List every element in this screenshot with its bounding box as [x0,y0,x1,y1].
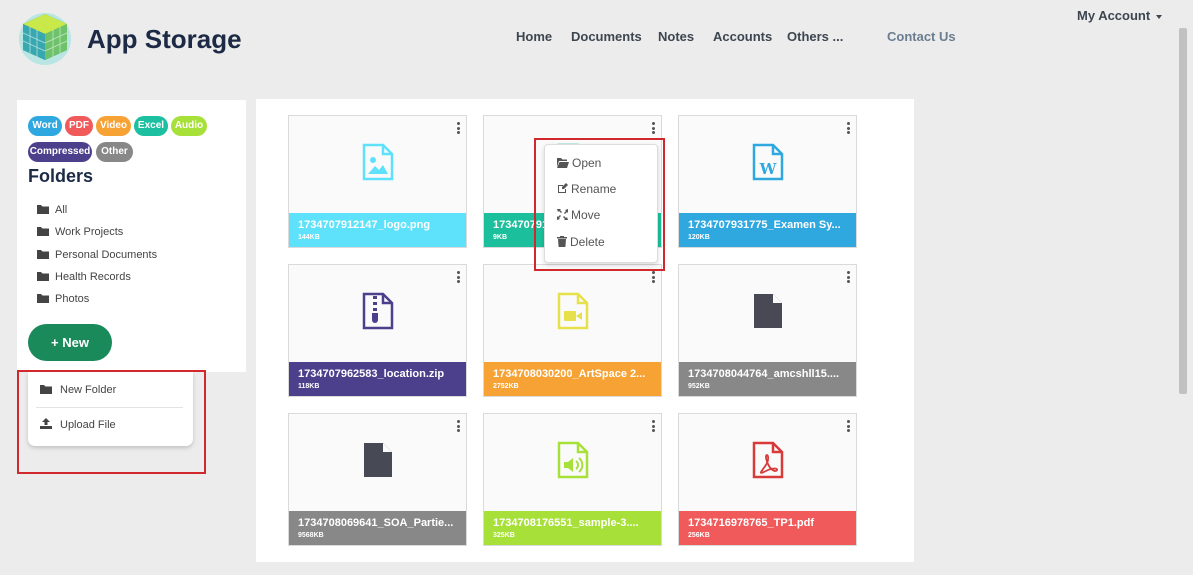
file-footer: 1734708176551_sample-3.... 325KB [484,511,661,545]
context-menu-highlight [534,138,665,271]
nav-contact-us[interactable]: Contact Us [887,29,956,44]
brand-title[interactable]: App Storage [87,24,242,55]
more-options-icon[interactable] [845,122,851,135]
zip-file-icon [362,292,394,330]
file-size: 9568KB [298,532,324,539]
nav-home[interactable]: Home [516,29,552,44]
file-name: 1734708030200_ArtSpace 2... [493,368,646,380]
more-options-icon[interactable] [845,420,851,433]
file-size: 118KB [298,383,320,390]
folder-item-health-records[interactable]: Health Records [37,271,131,283]
caret-down-icon [1156,14,1163,19]
new-menu-highlight [17,370,206,474]
folder-icon [37,250,49,259]
file-card[interactable]: 1734708044764_amcshll15.... 952KB [678,264,857,397]
file-card[interactable]: 1734707962583_location.zip 118KB [288,264,467,397]
app-logo [19,13,71,65]
more-options-icon[interactable] [455,271,461,284]
file-footer: 1734707912147_logo.png 144KB [289,213,466,247]
more-options-icon[interactable] [650,420,656,433]
folder-icon [37,227,49,236]
file-size: 952KB [688,383,710,390]
file-name: 1734707931775_Examen Sy... [688,219,841,231]
folder-label: All [55,204,68,216]
folder-label: Photos [55,293,90,305]
audio-file-icon [557,441,589,479]
tag-audio[interactable]: Audio [171,116,207,136]
pdf-file-icon [752,441,784,479]
tag-word[interactable]: Word [28,116,62,136]
svg-text:W: W [759,160,778,178]
folder-item-photos[interactable]: Photos [37,293,89,305]
nav-accounts[interactable]: Accounts [713,29,772,44]
page-scrollbar[interactable] [1177,28,1189,575]
more-options-icon[interactable] [650,271,656,284]
tag-pdf[interactable]: PDF [65,116,93,136]
folder-label: Health Records [55,271,131,283]
folder-label: Work Projects [55,226,124,238]
tag-compressed[interactable]: Compressed [28,142,92,162]
nav-notes[interactable]: Notes [658,29,694,44]
account-menu[interactable]: My Account [1077,8,1163,23]
folder-icon [37,205,49,214]
nav-others[interactable]: Others ... [787,29,843,44]
file-size: 144KB [298,234,320,241]
file-size: 256KB [688,532,710,539]
file-name: 1734708176551_sample-3.... [493,517,639,529]
sidebar: Word PDF Video Excel Audio Compressed Ot… [17,100,246,372]
account-label: My Account [1077,8,1151,23]
more-options-icon[interactable] [650,122,656,135]
more-options-icon[interactable] [455,420,461,433]
tag-excel[interactable]: Excel [134,116,168,136]
file-name: 1734708044764_amcshll15.... [688,368,840,380]
tag-video[interactable]: Video [96,116,131,136]
folder-item-all[interactable]: All [37,204,67,216]
file-size: 2752KB [493,383,519,390]
folder-item-personal-documents[interactable]: Personal Documents [37,249,157,261]
file-name: 1734716978765_TP1.pdf [688,517,814,529]
generic-file-icon [754,294,782,328]
image-file-icon [362,143,394,181]
file-card[interactable]: 1734708069641_SOA_Partie... 9568KB [288,413,467,546]
more-options-icon[interactable] [845,271,851,284]
file-footer: 1734708030200_ArtSpace 2... 2752KB [484,362,661,396]
word-file-icon: W [752,143,784,181]
file-name: 1734707962583_location.zip [298,368,445,380]
file-card[interactable]: W 1734707931775_Examen Sy... 120KB [678,115,857,248]
nav-documents[interactable]: Documents [571,29,642,44]
file-card[interactable]: 1734708176551_sample-3.... 325KB [483,413,662,546]
folders-title: Folders [28,166,94,186]
folder-label: Personal Documents [55,249,158,261]
file-name: 1734707912147_logo.png [298,219,431,231]
new-button[interactable]: + New [28,324,112,361]
file-card[interactable]: 1734716978765_TP1.pdf 256KB [678,413,857,546]
more-options-icon[interactable] [455,122,461,135]
folder-icon [37,294,49,303]
tag-other[interactable]: Other [96,142,133,162]
file-footer: 1734707962583_location.zip 118KB [289,362,466,396]
folder-item-work-projects[interactable]: Work Projects [37,226,123,238]
file-name: 1734708069641_SOA_Partie... [298,517,454,529]
file-card[interactable]: 1734708030200_ArtSpace 2... 2752KB [483,264,662,397]
file-size: 120KB [688,234,710,241]
file-footer: 1734707931775_Examen Sy... 120KB [679,213,856,247]
generic-file-icon [364,443,392,477]
file-footer: 1734708044764_amcshll15.... 952KB [679,362,856,396]
file-footer: 1734716978765_TP1.pdf 256KB [679,511,856,545]
scrollbar-thumb[interactable] [1179,28,1187,394]
file-footer: 1734708069641_SOA_Partie... 9568KB [289,511,466,545]
video-file-icon [557,292,589,330]
file-size: 325KB [493,532,515,539]
file-card[interactable]: 1734707912147_logo.png 144KB [288,115,467,248]
folder-icon [37,272,49,281]
